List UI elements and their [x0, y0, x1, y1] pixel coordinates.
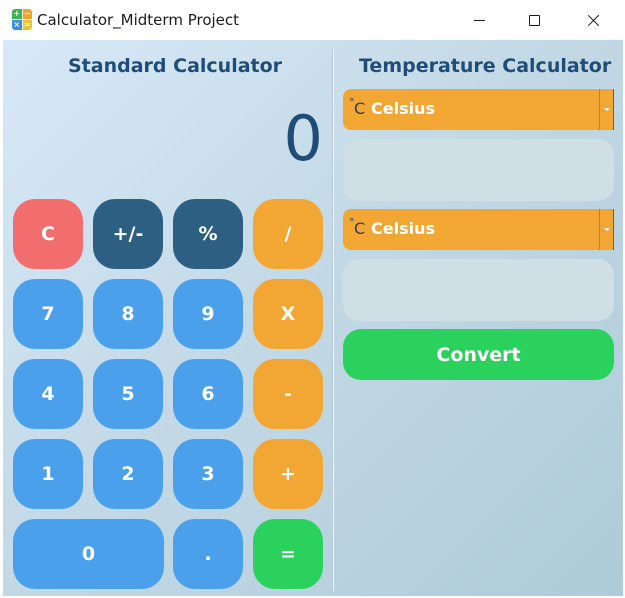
equals-button[interactable]: =	[253, 519, 323, 589]
minimize-icon	[473, 19, 485, 21]
subtract-button[interactable]: -	[253, 359, 323, 429]
calculator-app-icon: + − × =	[12, 9, 32, 30]
to-unit-dropdown[interactable]: ° C Celsius	[343, 209, 614, 250]
close-button[interactable]	[564, 0, 622, 40]
standard-calculator-title: Standard Calculator	[68, 55, 283, 77]
digit-7-button[interactable]: 7	[13, 279, 83, 349]
digit-8-button[interactable]: 8	[93, 279, 163, 349]
window-title: Calculator_Midterm Project	[37, 11, 240, 29]
celsius-icon-c: C	[354, 99, 366, 118]
panel-divider	[332, 49, 334, 591]
calculator-display: 0	[283, 102, 323, 175]
chevron-down-icon	[603, 228, 610, 231]
temperature-calculator-title: Temperature Calculator	[359, 55, 612, 77]
from-unit-label: Celsius	[371, 99, 435, 118]
close-icon	[587, 14, 600, 27]
digit-1-button[interactable]: 1	[13, 439, 83, 509]
convert-button[interactable]: Convert	[343, 329, 614, 380]
dropdown-arrow-button[interactable]	[599, 89, 614, 130]
negate-button[interactable]: +/-	[93, 199, 163, 269]
digit-9-button[interactable]: 9	[173, 279, 243, 349]
clear-button[interactable]: C	[13, 199, 83, 269]
digit-5-button[interactable]: 5	[93, 359, 163, 429]
percent-button[interactable]: %	[173, 199, 243, 269]
divide-button[interactable]: /	[253, 199, 323, 269]
maximize-icon	[528, 14, 540, 26]
digit-6-button[interactable]: 6	[173, 359, 243, 429]
add-button[interactable]: +	[253, 439, 323, 509]
digit-2-button[interactable]: 2	[93, 439, 163, 509]
multiply-button[interactable]: X	[253, 279, 323, 349]
to-unit-label: Celsius	[371, 219, 435, 238]
title-bar: + − × = Calculator_Midterm Project	[0, 0, 625, 40]
from-value-field[interactable]	[343, 139, 614, 201]
digit-0-button[interactable]: 0	[13, 519, 164, 589]
app-client-area: Standard Calculator 0 C +/- % / 7 8 9 X …	[3, 40, 623, 596]
digit-3-button[interactable]: 3	[173, 439, 243, 509]
decimal-button[interactable]: .	[173, 519, 243, 589]
maximize-button[interactable]	[505, 0, 563, 40]
chevron-down-icon	[603, 108, 610, 111]
dropdown-arrow-button[interactable]	[599, 209, 614, 250]
to-value-field[interactable]	[343, 259, 614, 321]
minimize-button[interactable]	[450, 0, 508, 40]
celsius-icon-c: C	[354, 219, 366, 238]
digit-4-button[interactable]: 4	[13, 359, 83, 429]
from-unit-dropdown[interactable]: ° C Celsius	[343, 89, 614, 130]
